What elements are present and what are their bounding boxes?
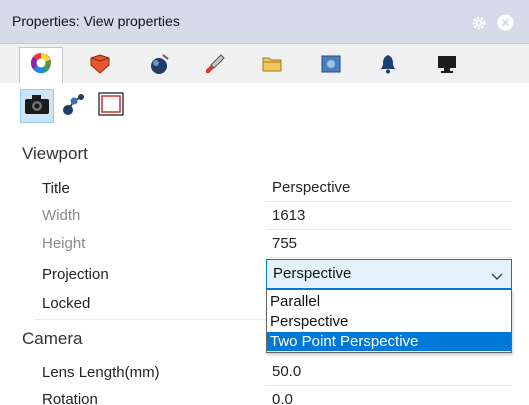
locked-label: Locked	[42, 295, 91, 312]
subtool-molecule[interactable]	[57, 89, 91, 123]
color-wheel-icon	[30, 52, 52, 79]
frame-icon	[98, 91, 124, 121]
dropdown-option-perspective[interactable]: Perspective	[267, 312, 511, 331]
tab-notifications[interactable]	[366, 50, 410, 83]
title-label: Title	[42, 180, 70, 197]
rotation-label: Rotation	[42, 391, 98, 405]
tab-image[interactable]	[309, 50, 353, 83]
dropdown-option-two-point-perspective[interactable]: Two Point Perspective	[267, 332, 511, 351]
lens-length-field[interactable]: 50.0	[266, 358, 512, 386]
subtool-frame[interactable]	[94, 89, 128, 123]
monitor-icon	[436, 53, 458, 80]
render-icon	[148, 53, 170, 80]
height-field[interactable]: 755	[266, 230, 512, 258]
close-icon[interactable]	[497, 14, 514, 31]
tab-folder[interactable]	[250, 50, 294, 83]
height-label: Height	[42, 235, 86, 252]
lens-length-label: Lens Length(mm)	[42, 364, 160, 381]
material-icon	[89, 53, 111, 80]
projection-label: Projection	[42, 266, 109, 283]
molecule-icon	[61, 91, 87, 122]
width-label: Width	[42, 207, 81, 224]
panel-titlebar: Properties: View properties	[0, 0, 529, 44]
tab-material[interactable]	[78, 50, 122, 83]
projection-selected-value: Perspective	[273, 265, 352, 282]
gear-icon[interactable]	[470, 14, 487, 31]
projection-select[interactable]: Perspective	[266, 259, 512, 289]
rotation-field[interactable]: 0.0	[266, 386, 512, 405]
subtool-camera[interactable]	[20, 89, 54, 123]
folder-icon	[261, 53, 283, 80]
bell-icon	[377, 53, 399, 80]
width-field[interactable]: 1613	[266, 202, 512, 230]
projection-dropdown: Parallel Perspective Two Point Perspecti…	[266, 289, 512, 353]
image-icon	[320, 53, 342, 80]
brush-icon	[204, 53, 226, 80]
tab-display[interactable]	[425, 50, 469, 83]
dropdown-option-parallel[interactable]: Parallel	[267, 292, 511, 311]
tab-brush[interactable]	[193, 50, 237, 83]
panel-title: Properties: View properties	[12, 13, 180, 29]
camera-icon	[24, 92, 50, 121]
tab-render[interactable]	[137, 50, 181, 83]
viewport-heading: Viewport	[22, 144, 88, 163]
properties-content: Viewport Title Perspective Width 1613 He…	[0, 83, 529, 405]
tab-color-wheel[interactable]	[19, 47, 63, 83]
chevron-down-icon	[491, 268, 503, 285]
property-tabs	[0, 44, 529, 83]
title-field[interactable]: Perspective	[266, 174, 512, 202]
camera-heading: Camera	[22, 329, 83, 348]
